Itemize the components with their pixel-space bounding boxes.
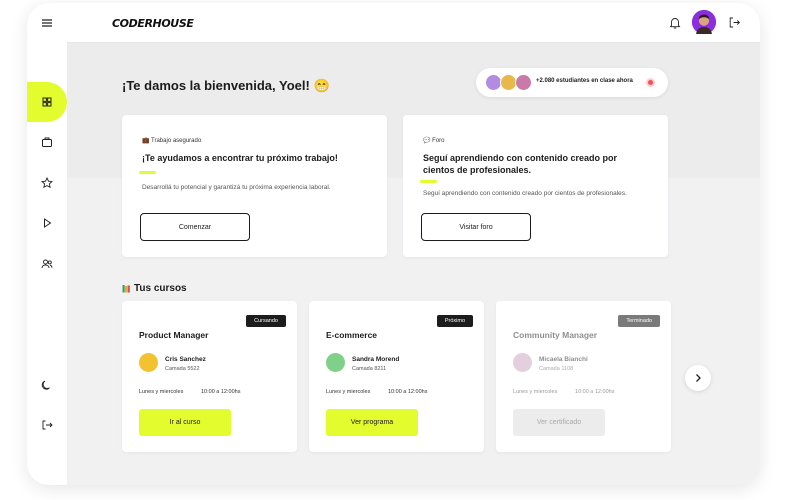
play-icon[interactable] [40, 216, 54, 230]
coderhouse-logo[interactable]: CODERHOUSE [112, 17, 194, 30]
accent-bar [139, 171, 156, 174]
promo-title: Seguí aprendiendo con contenido creado p… [423, 153, 618, 175]
promo-tag: 💬 Foro [423, 138, 445, 144]
menu-icon[interactable] [41, 18, 53, 28]
promo-description: Seguí aprendiendo con contenido creado p… [423, 190, 627, 197]
user-photo [692, 10, 716, 34]
comenzar-button[interactable]: Comenzar [140, 213, 250, 241]
promo-tag: 💼 Trabajo asegurado [142, 138, 202, 144]
students-online-text: +2.080 estudiantes en clase ahora [536, 78, 633, 84]
course-days: Lunes y miercoles [513, 389, 558, 395]
ver-programa-button[interactable]: Ver programa [326, 409, 418, 436]
user-avatar[interactable] [692, 10, 716, 34]
live-indicator [646, 78, 655, 87]
next-courses-button[interactable] [685, 365, 711, 391]
sidebar [27, 3, 67, 485]
logout-icon[interactable] [40, 418, 54, 432]
promo-card-jobs: 💼 Trabajo asegurado ¡Te ayudamos a encon… [122, 115, 387, 257]
books-icon [122, 285, 130, 293]
grid-icon [42, 97, 52, 107]
logout-icon[interactable] [728, 16, 741, 29]
promo-title: ¡Te ayudamos a encontrar tu próximo trab… [142, 153, 338, 163]
course-card-product-manager: Cursando Product Manager Cris Sanchez Ca… [122, 301, 297, 452]
star-icon[interactable] [40, 176, 54, 190]
teacher-name: Sandra Morend [352, 356, 400, 363]
course-days: Lunes y miercoles [326, 389, 371, 395]
users-icon[interactable] [40, 257, 54, 271]
course-title: Product Manager [139, 330, 209, 340]
course-hours: 10:00 a 12:00hs [575, 389, 615, 395]
status-badge: Próximo [436, 315, 473, 327]
app-frame: CODERHOUSE ¡Te damos la bienvenida, Yoel… [27, 3, 760, 485]
promo-card-forum: 💬 Foro Seguí aprendiendo con contenido c… [403, 115, 668, 257]
moon-icon[interactable] [40, 378, 54, 392]
course-days: Lunes y miercoles [139, 389, 184, 395]
accent-bar [420, 180, 437, 183]
course-card-ecommerce: Próximo E-commerce Sandra Morend Camada … [309, 301, 484, 452]
promo-description: Desarrollá tu potencial y garantizá tu p… [142, 184, 331, 191]
course-hours: 10:00 a 12:00hs [201, 389, 241, 395]
chevron-right-icon [696, 374, 701, 382]
course-hours: 10:00 a 12:00hs [388, 389, 428, 395]
course-title: Community Manager [513, 330, 598, 340]
bell-icon[interactable] [668, 15, 682, 30]
course-title: E-commerce [326, 330, 378, 340]
courses-section-label: Tus cursos [134, 283, 187, 294]
ver-certificado-button[interactable]: Ver certificado [513, 409, 605, 436]
teacher-avatar [513, 353, 532, 372]
visitar-foro-button[interactable]: Visitar foro [421, 213, 531, 241]
teacher-avatar [326, 353, 345, 372]
briefcase-icon[interactable] [40, 135, 54, 149]
teacher-group: Camada 8211 [352, 366, 387, 372]
teacher-avatar [139, 353, 158, 372]
teacher-group: Camada 5522 [165, 366, 200, 372]
student-avatar [515, 74, 532, 91]
course-card-community-manager: Terminado Community Manager Micaela Bian… [496, 301, 671, 452]
status-badge: Terminado [618, 315, 660, 327]
courses-section-title: Tus cursos [122, 283, 187, 294]
sidebar-item-dashboard[interactable] [27, 82, 67, 122]
teacher-name: Cris Sanchez [165, 356, 206, 363]
status-badge: Cursando [246, 315, 286, 327]
teacher-name: Micaela Bianchi [539, 356, 588, 363]
welcome-heading: ¡Te damos la bienvenida, Yoel! 😁 [122, 78, 330, 93]
students-online-pill: +2.080 estudiantes en clase ahora [476, 68, 668, 97]
ir-al-curso-button[interactable]: Ir al curso [139, 409, 231, 436]
teacher-group: Camada 1108 [539, 366, 574, 372]
